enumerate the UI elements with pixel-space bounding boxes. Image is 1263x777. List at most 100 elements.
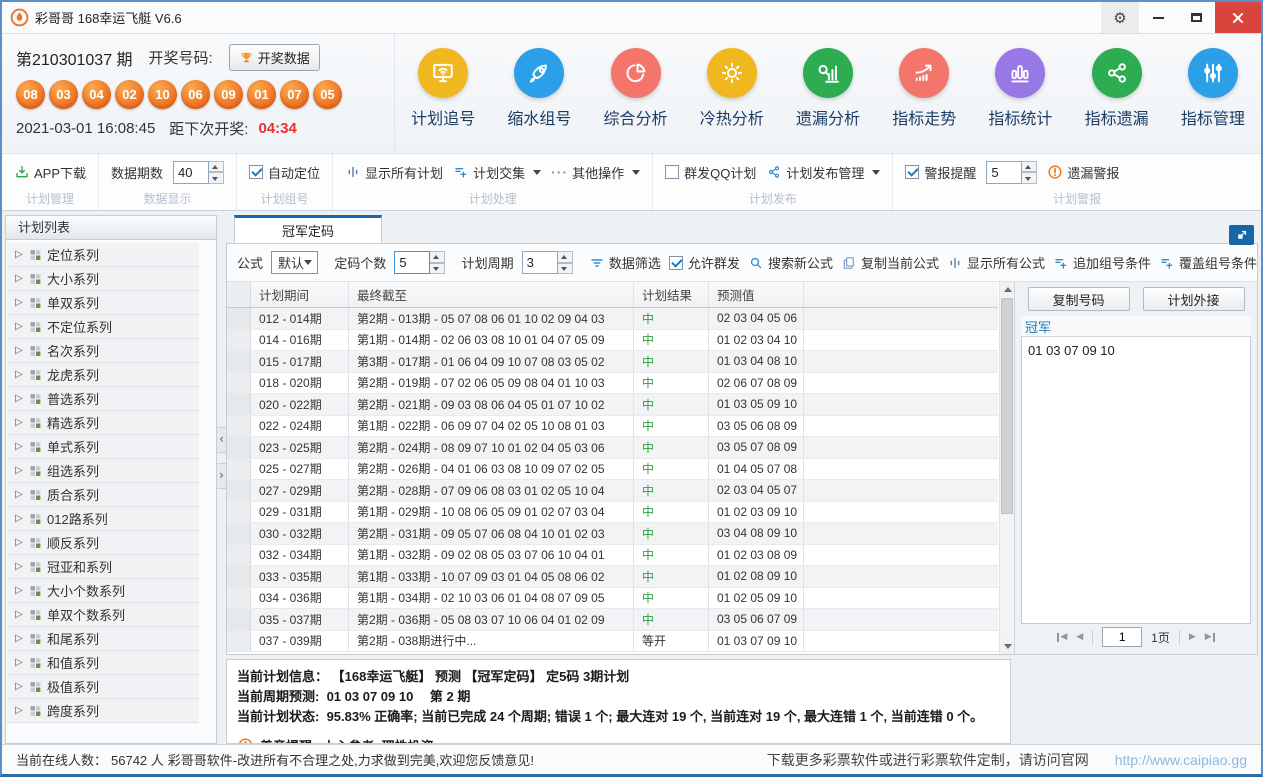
sidebar-item[interactable]: ▷ 定位系列 [7, 243, 199, 267]
tab-champion-code[interactable]: 冠军定码 [234, 215, 382, 243]
sidebar-item[interactable]: ▷ 大小系列 [7, 267, 199, 291]
prev-page-button[interactable]: ◀ [1076, 632, 1083, 642]
data-filter-button[interactable]: 数据筛选 [589, 253, 661, 272]
expand-triangle-icon[interactable]: ▷ [15, 585, 24, 596]
expand-triangle-icon[interactable]: ▷ [15, 537, 24, 548]
alert-value-spinner[interactable] [1022, 161, 1037, 184]
copy-formula-button[interactable]: 复制当前公式 [841, 253, 939, 272]
nav-item[interactable]: 遗漏分析 [780, 48, 876, 153]
app-download-button[interactable]: APP下载 [14, 163, 86, 182]
plan-external-button[interactable]: 计划外接 [1143, 287, 1245, 311]
table-row[interactable]: 029 - 031期 第1期 - 029期 - 10 08 06 05 09 0… [227, 502, 998, 524]
sidebar-item[interactable]: ▷ 单双个数系列 [7, 603, 199, 627]
expand-triangle-icon[interactable]: ▷ [15, 273, 24, 284]
sidebar-item[interactable]: ▷ 单双系列 [7, 291, 199, 315]
expand-triangle-icon[interactable]: ▷ [15, 633, 24, 644]
sidebar-item[interactable]: ▷ 精选系列 [7, 411, 199, 435]
sidebar-item[interactable]: ▷ 普选系列 [7, 387, 199, 411]
nav-item[interactable]: 指标走势 [876, 48, 972, 153]
expand-triangle-icon[interactable]: ▷ [15, 465, 24, 476]
expand-triangle-icon[interactable]: ▷ [15, 657, 24, 668]
first-page-button[interactable]: ◀ [1057, 632, 1067, 642]
panel-splitter[interactable]: ‹ › [217, 215, 226, 744]
expand-panel-button[interactable] [1229, 225, 1254, 245]
code-count-input[interactable] [394, 251, 430, 274]
table-row[interactable]: 032 - 034期 第1期 - 032期 - 09 02 08 05 03 0… [227, 545, 998, 567]
sidebar-item[interactable]: ▷ 名次系列 [7, 339, 199, 363]
scroll-up-arrow[interactable] [1000, 282, 1014, 297]
sidebar-item[interactable]: ▷ 大小个数系列 [7, 579, 199, 603]
table-row[interactable]: 027 - 029期 第2期 - 028期 - 07 09 06 08 03 0… [227, 480, 998, 502]
sidebar-item[interactable]: ▷ 和值系列 [7, 651, 199, 675]
table-row[interactable]: 023 - 025期 第2期 - 024期 - 08 09 07 10 01 0… [227, 437, 998, 459]
scroll-thumb[interactable] [1001, 298, 1013, 514]
table-row[interactable]: 018 - 020期 第2期 - 019期 - 07 02 06 05 09 0… [227, 373, 998, 395]
table-row[interactable]: 037 - 039期 第2期 - 038期进行中... 等开 01 03 07 … [227, 631, 998, 653]
expand-triangle-icon[interactable]: ▷ [15, 345, 24, 356]
expand-triangle-icon[interactable]: ▷ [15, 321, 24, 332]
plan-intersect-dropdown[interactable]: 计划交集 [453, 163, 541, 182]
cycle-spinner[interactable] [558, 251, 573, 274]
expand-triangle-icon[interactable]: ▷ [15, 561, 24, 572]
other-ops-dropdown[interactable]: ··· 其他操作 [551, 163, 640, 182]
nav-item[interactable]: 指标管理 [1165, 48, 1261, 153]
expand-triangle-icon[interactable]: ▷ [15, 441, 24, 452]
table-row[interactable]: 022 - 024期 第1期 - 022期 - 06 09 07 04 02 0… [227, 416, 998, 438]
nav-item[interactable]: 计划追号 [395, 48, 491, 153]
search-formula-button[interactable]: 搜索新公式 [748, 253, 833, 272]
expand-triangle-icon[interactable]: ▷ [15, 297, 24, 308]
nav-item[interactable]: 综合分析 [587, 48, 683, 153]
expand-triangle-icon[interactable]: ▷ [15, 393, 24, 404]
expand-triangle-icon[interactable]: ▷ [15, 417, 24, 428]
alert-value-input[interactable] [986, 161, 1022, 184]
expand-triangle-icon[interactable]: ▷ [15, 609, 24, 620]
nav-item[interactable]: 缩水组号 [491, 48, 587, 153]
append-condition-button[interactable]: 追加组号条件 [1053, 253, 1151, 272]
table-row[interactable]: 012 - 014期 第2期 - 013期 - 05 07 08 06 01 1… [227, 308, 998, 330]
sidebar-item[interactable]: ▷ 顺反系列 [7, 531, 199, 555]
table-row[interactable]: 033 - 035期 第1期 - 033期 - 10 07 09 03 01 0… [227, 566, 998, 588]
table-row[interactable]: 020 - 022期 第2期 - 021期 - 09 03 08 06 04 0… [227, 394, 998, 416]
expand-triangle-icon[interactable]: ▷ [15, 369, 24, 380]
auto-position-checkbox[interactable]: 自动定位 [249, 163, 320, 182]
sidebar-item[interactable]: ▷ 和尾系列 [7, 627, 199, 651]
code-count-spinner[interactable] [430, 251, 445, 274]
table-row[interactable]: 025 - 027期 第2期 - 026期 - 04 01 06 03 08 1… [227, 459, 998, 481]
expand-triangle-icon[interactable]: ▷ [15, 681, 24, 692]
sidebar-item[interactable]: ▷ 组选系列 [7, 459, 199, 483]
override-condition-button[interactable]: 覆盖组号条件 [1159, 253, 1257, 272]
maximize-button[interactable] [1177, 2, 1215, 33]
sidebar-item[interactable]: ▷ 质合系列 [7, 483, 199, 507]
sidebar-item[interactable]: ▷ 单式系列 [7, 435, 199, 459]
cycle-input[interactable] [522, 251, 558, 274]
sidebar-item[interactable]: ▷ 跨度系列 [7, 699, 199, 723]
nav-item[interactable]: 冷热分析 [684, 48, 780, 153]
sidebar-item[interactable]: ▷ 不定位系列 [7, 315, 199, 339]
draw-data-button[interactable]: 开奖数据 [229, 44, 320, 71]
sidebar-item[interactable]: ▷ 极值系列 [7, 675, 199, 699]
col-final-until[interactable]: 最终截至 [349, 282, 634, 307]
show-all-formula-button[interactable]: 显示所有公式 [947, 253, 1045, 272]
table-row[interactable]: 035 - 037期 第2期 - 036期 - 05 08 03 07 10 0… [227, 609, 998, 631]
col-predict-value[interactable]: 预测值 [709, 282, 804, 307]
next-page-button[interactable]: ▶ [1189, 632, 1196, 642]
champion-numbers-box[interactable]: 01 03 07 09 10 [1021, 337, 1251, 624]
col-plan-period[interactable]: 计划期间 [251, 282, 349, 307]
page-input[interactable] [1102, 627, 1142, 647]
minimize-button[interactable] [1139, 2, 1177, 33]
sidebar-item[interactable]: ▷ 冠亚和系列 [7, 555, 199, 579]
show-all-plans-button[interactable]: 显示所有计划 [345, 163, 443, 182]
last-page-button[interactable]: ▶ [1205, 632, 1215, 642]
copy-numbers-button[interactable]: 复制号码 [1028, 287, 1130, 311]
table-row[interactable]: 015 - 017期 第3期 - 017期 - 01 06 04 09 10 0… [227, 351, 998, 373]
sidebar-item[interactable]: ▷ 012路系列 [7, 507, 199, 531]
allow-broadcast-checkbox[interactable]: 允许群发 [669, 253, 740, 272]
table-row[interactable]: 034 - 036期 第1期 - 034期 - 02 10 03 06 01 0… [227, 588, 998, 610]
col-plan-result[interactable]: 计划结果 [634, 282, 709, 307]
expand-triangle-icon[interactable]: ▷ [15, 705, 24, 716]
close-button[interactable] [1215, 2, 1261, 33]
miss-alert-button[interactable]: 遗漏警报 [1047, 163, 1119, 182]
sidebar-item[interactable]: ▷ 龙虎系列 [7, 363, 199, 387]
data-periods-input[interactable] [173, 161, 209, 184]
table-row[interactable]: 030 - 032期 第2期 - 031期 - 09 05 07 06 08 0… [227, 523, 998, 545]
